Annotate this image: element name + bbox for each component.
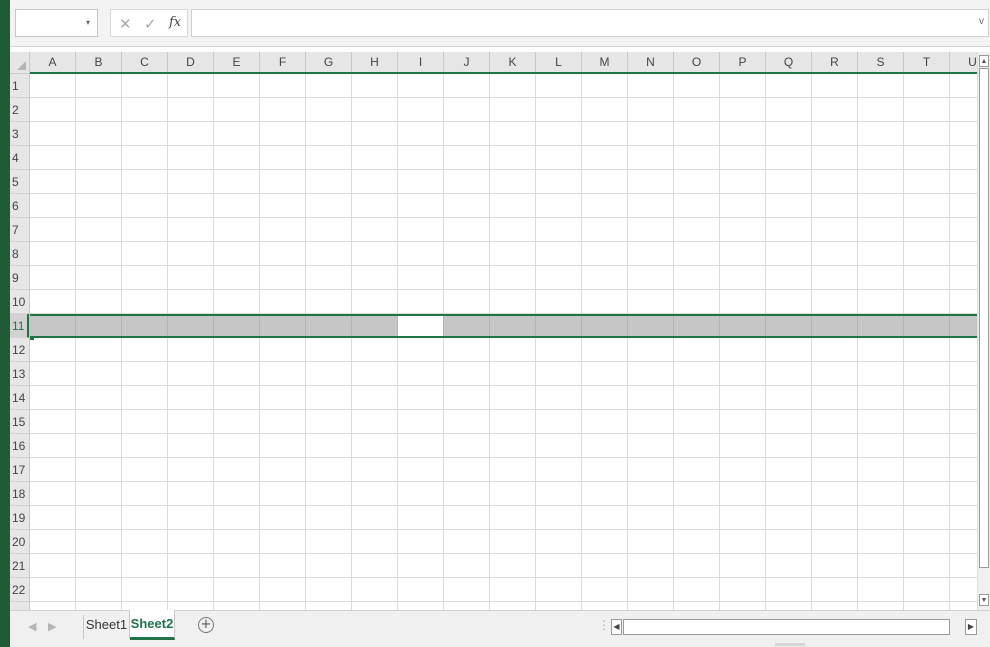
insert-function-icon[interactable]: fx <box>169 15 181 30</box>
row-header[interactable]: 12 <box>10 338 29 362</box>
formula-bar: ▾ ⋮ ✕ ✓ fx v <box>10 0 990 47</box>
row-header[interactable]: 7 <box>10 218 29 242</box>
column-header[interactable]: E <box>214 52 260 72</box>
cell-grid[interactable] <box>30 74 977 610</box>
horizontal-scrollbar[interactable]: ◀ ▶ <box>611 619 977 635</box>
column-header[interactable]: B <box>76 52 122 72</box>
row-header[interactable]: 11 <box>10 314 29 338</box>
check-icon[interactable]: ✓ <box>144 15 157 33</box>
row-header[interactable]: 13 <box>10 362 29 386</box>
scroll-up-icon[interactable]: ▲ <box>979 55 989 67</box>
active-cell[interactable] <box>398 316 443 336</box>
column-header[interactable]: D <box>168 52 214 72</box>
column-header[interactable]: I <box>398 52 444 72</box>
tab-sheet2[interactable]: Sheet2 <box>130 610 175 640</box>
row-header[interactable]: 19 <box>10 506 29 530</box>
column-header[interactable]: N <box>628 52 674 72</box>
row-header[interactable]: 3 <box>10 122 29 146</box>
column-header[interactable]: Q <box>766 52 812 72</box>
sheet-tabs-bar: ◀ ▶ Sheet1 Sheet2 + ⋮ ◀ ▶ <box>10 610 990 647</box>
column-header[interactable]: S <box>858 52 904 72</box>
column-header[interactable]: U <box>950 52 977 72</box>
scroll-down-icon[interactable]: ▼ <box>979 594 989 606</box>
row-header[interactable]: 4 <box>10 146 29 170</box>
cancel-icon[interactable]: ✕ <box>119 15 132 33</box>
formula-input[interactable]: v <box>191 9 989 37</box>
row-header[interactable]: 6 <box>10 194 29 218</box>
column-header[interactable]: A <box>30 52 76 72</box>
expand-formula-icon[interactable]: v <box>979 16 984 27</box>
horizontal-scroll-thumb[interactable] <box>623 619 950 635</box>
vertical-scrollbar[interactable]: ▲ ▼ <box>977 52 990 610</box>
row-header[interactable]: 14 <box>10 386 29 410</box>
column-header[interactable]: L <box>536 52 582 72</box>
column-header[interactable]: F <box>260 52 306 72</box>
row-header[interactable]: 9 <box>10 266 29 290</box>
row-header[interactable]: 17 <box>10 458 29 482</box>
column-header[interactable]: C <box>122 52 168 72</box>
scroll-right-icon[interactable]: ▶ <box>965 619 977 635</box>
column-header[interactable]: J <box>444 52 490 72</box>
vertical-scroll-thumb[interactable] <box>979 68 989 568</box>
column-header[interactable]: G <box>306 52 352 72</box>
name-box[interactable]: ▾ <box>15 9 98 37</box>
row-header[interactable]: 10 <box>10 290 29 314</box>
row-header[interactable]: 8 <box>10 242 29 266</box>
column-header[interactable]: M <box>582 52 628 72</box>
column-header[interactable]: H <box>352 52 398 72</box>
row-header[interactable]: 5 <box>10 170 29 194</box>
column-header[interactable]: O <box>674 52 720 72</box>
row-headers: 1 2 3 4 5 6 7 8 9 10 11 12 13 14 15 16 17 18 19 20 21 22 <box>10 74 30 610</box>
next-sheet-icon[interactable]: ▶ <box>48 620 56 633</box>
formula-buttons: ✕ ✓ fx <box>110 9 188 37</box>
row-header[interactable]: 16 <box>10 434 29 458</box>
tabs-splitter-icon[interactable]: ⋮ <box>598 618 610 632</box>
select-all-corner[interactable] <box>10 52 30 74</box>
column-headers: ABCDEFGHIJKLMNOPQRSTU <box>30 52 977 74</box>
prev-sheet-icon[interactable]: ◀ <box>28 620 36 633</box>
row-header[interactable]: 22 <box>10 578 29 602</box>
column-header[interactable]: R <box>812 52 858 72</box>
selected-row[interactable] <box>30 314 977 338</box>
column-header[interactable]: T <box>904 52 950 72</box>
column-header[interactable]: K <box>490 52 536 72</box>
row-header[interactable]: 2 <box>10 98 29 122</box>
status-strip <box>775 643 805 646</box>
column-header[interactable]: P <box>720 52 766 72</box>
tab-sheet1[interactable]: Sheet1 <box>84 611 130 639</box>
row-header[interactable]: 18 <box>10 482 29 506</box>
row-header[interactable]: 15 <box>10 410 29 434</box>
fill-handle[interactable] <box>30 336 34 340</box>
row-header[interactable]: 1 <box>10 74 29 98</box>
chevron-down-icon[interactable]: ▾ <box>86 18 90 27</box>
scroll-left-icon[interactable]: ◀ <box>611 619 622 635</box>
row-header[interactable]: 20 <box>10 530 29 554</box>
spreadsheet-app: ▾ ⋮ ✕ ✓ fx v ABCDEFGHIJKLMNOPQRSTU 12345… <box>10 0 990 647</box>
row-header[interactable]: 21 <box>10 554 29 578</box>
add-sheet-icon[interactable]: + <box>198 617 214 633</box>
